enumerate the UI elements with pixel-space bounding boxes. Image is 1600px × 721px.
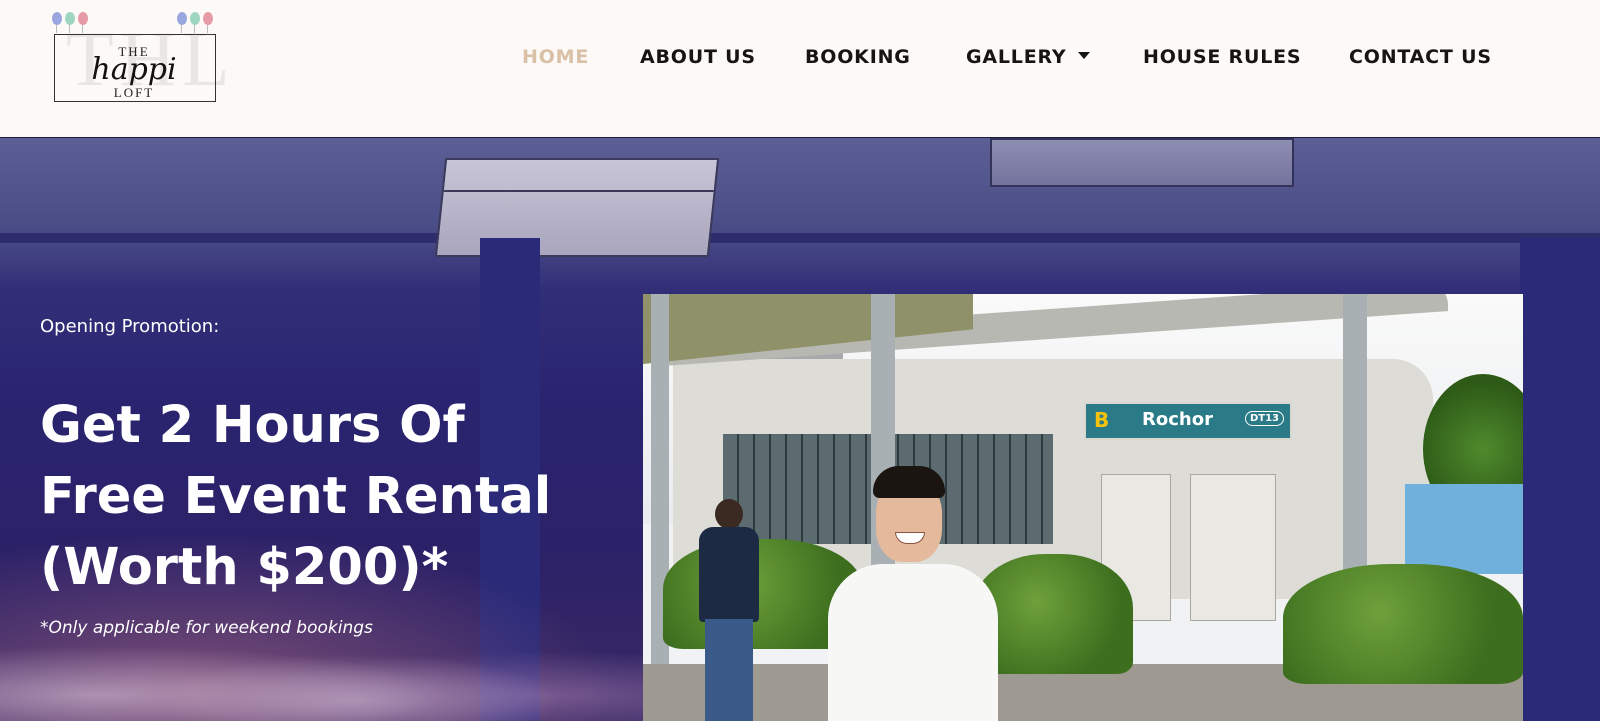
- logo-happi: happi: [91, 52, 177, 87]
- sign-station-code: DT13: [1244, 411, 1284, 426]
- nav-booking[interactable]: BOOKING: [805, 46, 911, 68]
- caret-down-icon: [1078, 52, 1091, 59]
- promo-disclaimer: *Only applicable for weekend bookings: [40, 618, 373, 638]
- nav-about-us[interactable]: ABOUT US: [640, 46, 756, 68]
- nav-gallery-label: GALLERY: [966, 46, 1067, 68]
- logo-loft: LOFT: [113, 85, 155, 100]
- site-header: THL THE happi LOFT HOME ABOUT US BOOKING…: [0, 0, 1600, 138]
- ceiling-light: [990, 138, 1294, 187]
- hero-banner: Opening Promotion: Get 2 Hours Of Free E…: [0, 138, 1600, 721]
- hedge: [1283, 564, 1523, 684]
- nav-contact-us[interactable]: CONTACT US: [1349, 46, 1492, 68]
- station-photo: B Rochor DT13: [643, 294, 1523, 721]
- walkway-column: [651, 294, 669, 721]
- promo-headline-line: Get 2 Hours Of: [40, 396, 465, 455]
- sign-station-name: Rochor: [1142, 409, 1213, 430]
- nav-house-rules[interactable]: HOUSE RULES: [1143, 46, 1301, 68]
- happi-loft-logo[interactable]: THL THE happi LOFT: [52, 12, 230, 104]
- station-door: [1190, 474, 1276, 621]
- promo-headline-line: Free Event Rental: [40, 467, 552, 526]
- ceiling-lamp: [434, 158, 720, 257]
- balloons-icon: [52, 12, 92, 34]
- station-sign: B Rochor DT13: [1084, 402, 1292, 440]
- nav-home[interactable]: HOME: [522, 46, 589, 68]
- balloons-icon: [177, 12, 217, 34]
- nav-gallery[interactable]: GALLERY: [966, 46, 1091, 68]
- promo-label: Opening Promotion:: [40, 316, 220, 337]
- ballroom-ceiling: [0, 138, 1600, 288]
- pedestrian: [693, 499, 763, 721]
- sign-exit-letter: B: [1094, 408, 1110, 432]
- promo-headline-line: (Worth $200)*: [40, 538, 449, 597]
- smiling-man: [828, 466, 998, 721]
- promo-headline: Get 2 Hours Of Free Event Rental (Worth …: [40, 390, 640, 603]
